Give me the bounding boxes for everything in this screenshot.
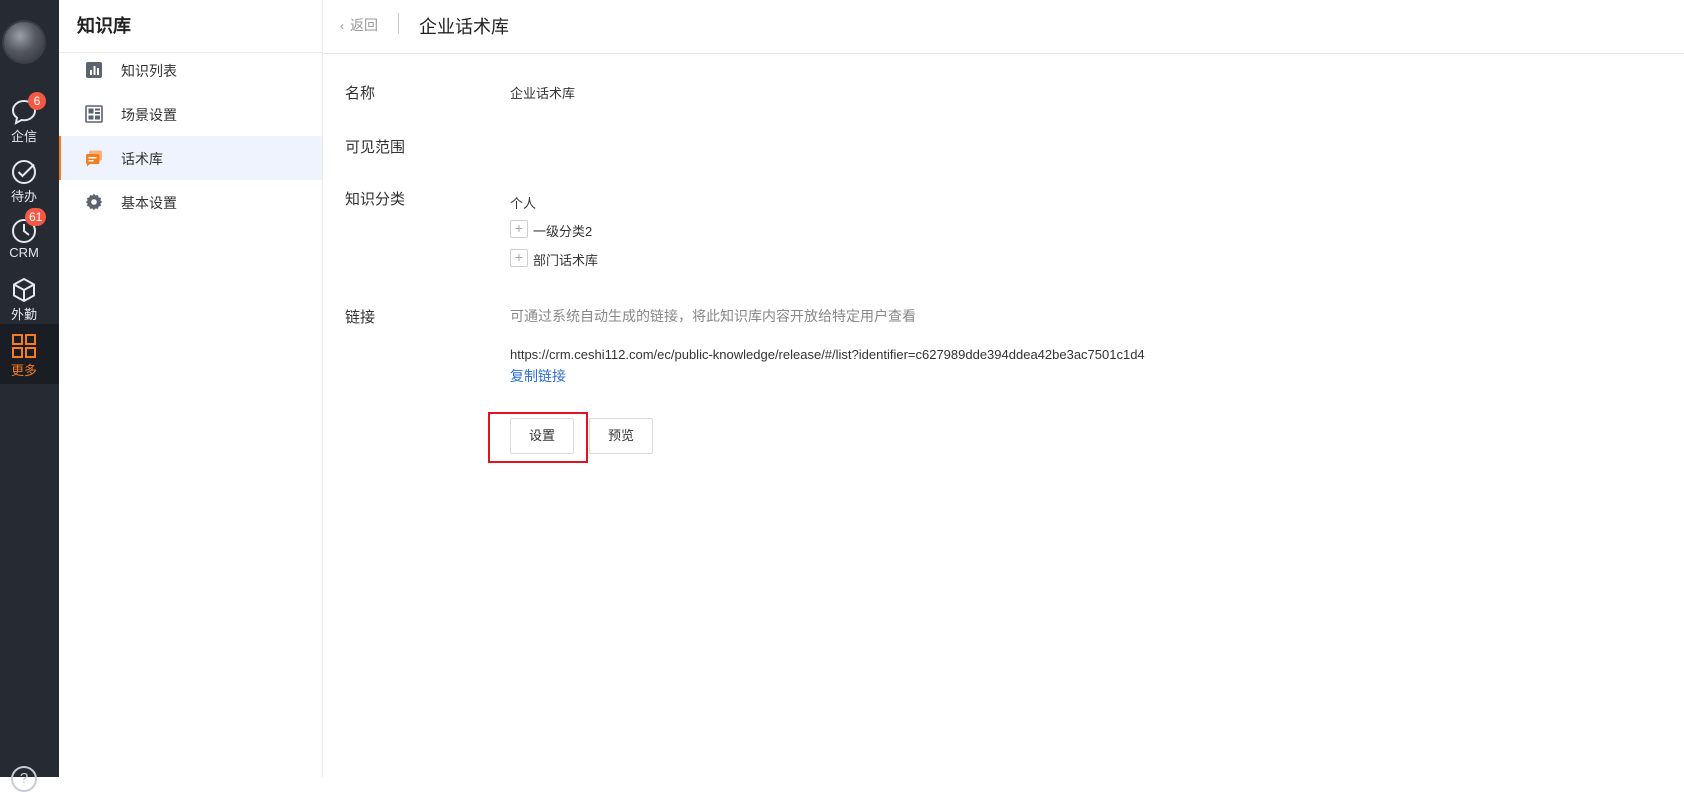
- divider: [398, 13, 399, 34]
- avatar[interactable]: [2, 20, 46, 64]
- expand-plus-icon[interactable]: +: [510, 220, 528, 238]
- gear-icon: [85, 193, 103, 211]
- sidebar-item-script-library[interactable]: 话术库: [59, 136, 322, 180]
- help-icon[interactable]: ?: [11, 766, 37, 792]
- category-label: 知识分类: [345, 191, 406, 208]
- name-value: 企业话术库: [510, 86, 576, 101]
- layout-icon: [85, 105, 103, 123]
- sidebar-item-label: 话术库: [121, 151, 163, 167]
- page-title: 企业话术库: [419, 17, 509, 37]
- bar-chart-icon: [86, 62, 102, 78]
- rail-item-crm[interactable]: CRM 61: [0, 208, 59, 269]
- back-button[interactable]: ‹ 返回: [340, 15, 378, 35]
- rail-label: 外勤: [10, 307, 37, 322]
- sidebar-item-basic-settings[interactable]: 基本设置: [59, 180, 322, 224]
- highlight-box: [488, 412, 588, 463]
- link-hint: 可通过系统自动生成的链接，将此知识库内容开放给特定用户查看: [510, 308, 916, 324]
- copy-link-button[interactable]: 复制链接: [510, 366, 566, 386]
- rail-label: 企信: [10, 129, 37, 144]
- sidebar-item-knowledge-list[interactable]: 知识列表: [59, 48, 322, 92]
- sidebar-title: 知识库: [77, 16, 131, 36]
- page-header: ‹ 返回 企业话术库: [323, 0, 1684, 54]
- category-name: 部门话术库: [533, 253, 599, 268]
- rail-label: 更多: [10, 363, 37, 378]
- chevron-left-icon: ‹: [340, 19, 344, 33]
- rail-item-more[interactable]: 更多: [0, 324, 59, 384]
- name-label: 名称: [345, 85, 376, 102]
- knowledge-sidebar: 知识库 知识列表 场景设置 话术库 基本设置: [59, 0, 323, 777]
- rail-item-todo[interactable]: 待办: [0, 152, 59, 210]
- preview-button[interactable]: 预览: [589, 418, 653, 454]
- expand-plus-icon[interactable]: +: [510, 249, 528, 267]
- sidebar-item-label: 基本设置: [121, 195, 177, 211]
- category-name: 一级分类2: [533, 224, 593, 239]
- speech-bubble-icon: [85, 150, 102, 167]
- sidebar-item-label: 场景设置: [121, 107, 177, 123]
- sidebar-item-scene-settings[interactable]: 场景设置: [59, 92, 322, 136]
- grid-icon: [12, 334, 36, 358]
- category-root: 个人: [510, 196, 537, 211]
- rail-item-field[interactable]: 外勤: [0, 270, 59, 328]
- cube-icon: [13, 278, 35, 302]
- back-label: 返回: [350, 17, 378, 33]
- unread-badge: 61: [25, 208, 47, 226]
- check-circle-icon: [12, 160, 36, 184]
- scope-label: 可见范围: [345, 139, 406, 156]
- link-label: 链接: [345, 309, 376, 326]
- rail-label: 待办: [10, 189, 37, 204]
- unread-badge: 6: [28, 92, 46, 110]
- sidebar-item-label: 知识列表: [121, 63, 177, 79]
- rail-label: CRM: [9, 245, 39, 260]
- rail-item-qixin[interactable]: 企信 6: [0, 92, 59, 150]
- left-rail: 企信 6 待办 CRM 61 外勤 更多 ?: [0, 0, 59, 792]
- share-url[interactable]: https://crm.ceshi112.com/ec/public-knowl…: [510, 347, 1145, 362]
